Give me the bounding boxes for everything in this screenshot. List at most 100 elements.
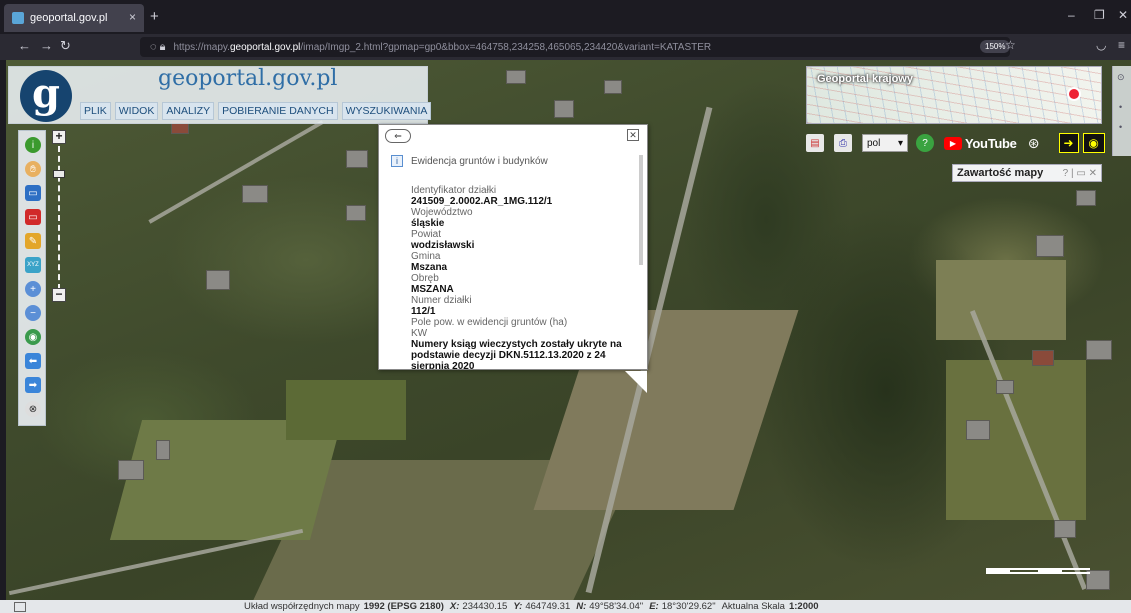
pocket-icon[interactable]: ◡ [1096, 38, 1106, 52]
popup-heading: i Ewidencja gruntów i budynków [391, 155, 548, 167]
building [346, 205, 366, 221]
pan-hand-icon[interactable]: ✋︎ [25, 161, 41, 177]
map-contents-panel[interactable]: Zawartość mapy ? | ▭ ✕ [952, 164, 1102, 182]
bookmark-star-icon[interactable]: ☆ [1005, 38, 1016, 52]
field-value: 241509_2.0002.AR_1MG.112/1 [411, 196, 553, 207]
field-label: Identyfikator działki [411, 185, 497, 196]
building [1054, 520, 1076, 538]
minimize-icon[interactable]: – [1068, 8, 1075, 22]
map-field [936, 260, 1066, 340]
building [346, 150, 368, 168]
info-icon: i [391, 155, 403, 167]
menu-item-wyszukiwania[interactable]: WYSZUKIWANIA [341, 102, 432, 120]
map-contents-title: Zawartość mapy [957, 167, 1044, 179]
forward-icon[interactable]: → [40, 38, 53, 53]
info-icon[interactable]: i [25, 137, 41, 153]
shield-icon: ◌ 🔒︎ [150, 40, 166, 53]
reload-icon[interactable]: ↻ [60, 38, 71, 54]
xyz-coords-icon[interactable]: XYZ [25, 257, 41, 273]
browser-tab[interactable]: geoportal.gov.pl × [4, 4, 144, 32]
panel-controls[interactable]: ? | ▭ ✕ [1063, 168, 1097, 179]
field-label: Powiat [411, 229, 442, 240]
coord-system-value: 1992 (EPSG 2180) [363, 601, 444, 612]
map-road [148, 120, 324, 224]
chevron-down-icon: ▾ [897, 137, 903, 149]
x-value: 234430.15 [462, 601, 508, 612]
next-view-icon[interactable]: ➡ [25, 377, 41, 393]
n-value: 49°58'34.04" [589, 601, 644, 612]
fullscreen-icon[interactable] [14, 601, 26, 612]
close-tab-icon[interactable]: × [129, 10, 136, 24]
building [118, 460, 144, 480]
reset-view-icon[interactable]: ⊗ [25, 401, 41, 417]
select-area-icon[interactable]: ▭ [25, 185, 41, 201]
popup-scrollbar[interactable] [639, 155, 643, 265]
status-bar: Układ współrzędnych mapy 1992 (EPSG 2180… [0, 600, 1131, 613]
zoom-track[interactable] [58, 146, 61, 290]
back-icon[interactable]: ← [18, 38, 31, 53]
pencil-icon[interactable]: ✎ [25, 233, 41, 249]
menu-item-plik[interactable]: PLIK [80, 102, 111, 120]
building [996, 380, 1014, 394]
top-right-toolbar: ▤ ⎙ pol ▾ ? ▶ YouTube ⊛ ➜ ◉ [806, 130, 1105, 156]
building [1032, 350, 1054, 366]
youtube-link[interactable]: ▶ YouTube [944, 136, 1017, 151]
geoportal-logo[interactable]: g [20, 70, 72, 122]
restore-icon[interactable]: ❐ [1094, 8, 1105, 22]
language-value: pol [867, 137, 881, 149]
zoom-out-icon[interactable]: − [25, 305, 41, 321]
overview-toggle-icon[interactable]: ⊙ [1117, 72, 1125, 83]
building [506, 70, 526, 84]
legend-icon[interactable]: ▤ [806, 134, 824, 152]
print-icon[interactable]: ⎙ [834, 134, 852, 152]
url-domain: geoportal.gov.pl [229, 41, 301, 53]
new-tab-button[interactable]: + [150, 8, 159, 25]
y-label: Y: [513, 601, 523, 612]
field-value: Numery ksiąg wieczystych zostały ukryte … [411, 339, 622, 369]
scale-label: Aktualna Skala [721, 601, 785, 612]
field-value: MSZANA [411, 284, 454, 295]
menu-item-pobieranie[interactable]: POBIERANIE DANYCH [218, 102, 338, 120]
high-contrast-arrow-icon[interactable]: ➜ [1058, 133, 1079, 153]
overview-map[interactable]: Geoportal krajowy [806, 66, 1102, 124]
building [156, 440, 170, 460]
address-bar[interactable]: ◌ 🔒︎ https://mapy. geoportal.gov.pl/imap/… [140, 37, 1010, 57]
zoom-in-icon[interactable]: + [25, 281, 41, 297]
close-popup-button[interactable]: ✕ [627, 129, 639, 141]
zoom-plus-button[interactable]: + [52, 130, 66, 144]
field-value: Mszana [411, 262, 448, 273]
menu-item-analizy[interactable]: ANALIZY [162, 102, 215, 120]
browser-tab-bar: geoportal.gov.pl × + – ❐ ✕ [0, 0, 1131, 34]
map-field [286, 380, 406, 440]
close-window-icon[interactable]: ✕ [1118, 8, 1128, 22]
field-label: Województwo [411, 207, 473, 218]
hamburger-menu-icon[interactable]: ≡ [1118, 38, 1125, 52]
collapse-popup-button[interactable]: ⇐ [385, 129, 411, 143]
globe-icon[interactable]: ◉ [25, 329, 41, 345]
x-label: X: [449, 601, 460, 612]
zoom-slider[interactable]: + − [52, 130, 68, 306]
clear-selection-icon[interactable]: ▭ [25, 209, 41, 225]
zoom-handle[interactable] [53, 170, 65, 178]
tab-title: geoportal.gov.pl [30, 12, 108, 24]
language-select[interactable]: pol ▾ [862, 134, 908, 152]
favicon-icon [12, 12, 24, 24]
coord-system-label: Układ współrzędnych mapy [244, 601, 360, 612]
scale-value: 1:2000 [788, 601, 819, 612]
menu-item-widok[interactable]: WIDOK [114, 102, 159, 120]
building [554, 100, 574, 118]
zoom-minus-button[interactable]: − [52, 288, 66, 302]
scroll-dot-icon: • [1119, 102, 1123, 112]
previous-view-icon[interactable]: ⬅ [25, 353, 41, 369]
y-value: 464749.31 [525, 601, 571, 612]
building [242, 185, 268, 203]
help-icon[interactable]: ? [916, 134, 934, 152]
url-path: /imap/Imgp_2.html?gpmap=gp0&bbox=464758,… [300, 41, 712, 53]
accessibility-icon[interactable]: ⊛ [1025, 134, 1043, 152]
e-value: 18°30'29.62" [661, 601, 716, 612]
main-menu: PLIK WIDOK ANALIZY POBIERANIE DANYCH WYS… [80, 102, 432, 120]
high-contrast-eye-icon[interactable]: ◉ [1082, 133, 1105, 153]
building [206, 270, 230, 290]
field-value: śląskie [411, 218, 445, 229]
building [1076, 190, 1096, 206]
